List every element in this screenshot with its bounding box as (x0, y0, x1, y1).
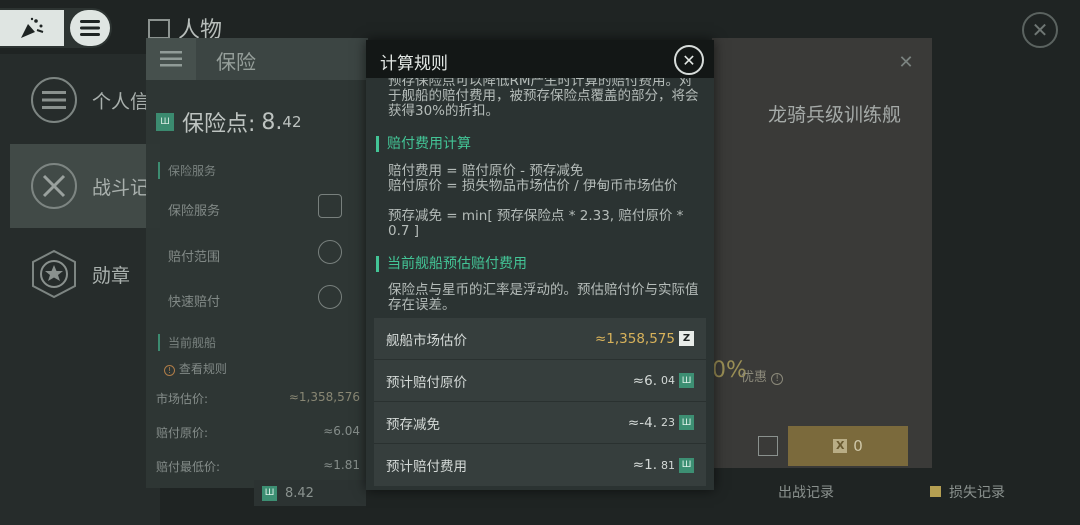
warning-icon: ! (164, 365, 175, 376)
battle-record-link[interactable]: 出战记录 (778, 482, 834, 502)
row-value: ≈1. 81 Ш (633, 457, 694, 473)
cube-icon (148, 19, 170, 39)
ship-panel-close-button[interactable]: ✕ (892, 48, 920, 76)
insurance-point-icon: Ш (679, 415, 694, 430)
section-title-compensation: 赔付费用计算 (376, 136, 471, 152)
row-label: 预计赔付原价 (386, 374, 467, 391)
star-hexagon-icon (28, 248, 80, 300)
insure-button[interactable]: X 0 (788, 426, 908, 466)
close-page-button[interactable]: ✕ (1022, 12, 1058, 48)
close-icon: ✕ (1031, 18, 1049, 42)
discount-label: 优惠 ! (741, 366, 784, 385)
insurance-point-icon: Ш (679, 457, 694, 473)
table-row: 舰船市场估价 ≈1,358,575 Z (374, 318, 706, 360)
insurance-header: 保险 (146, 38, 368, 80)
loss-record-link[interactable]: 损失记录 (930, 482, 1005, 502)
menu-icon (160, 51, 182, 67)
bottom-points-field: Ш 8.42 (254, 480, 366, 506)
formula-deduction: 预存减免 = min[ 预存保险点 * 2.33, 赔付原价 * 0.7 ] (388, 208, 684, 239)
z-currency-icon: Z (679, 331, 694, 346)
crossed-swords-icon (28, 160, 80, 212)
menu-icon (80, 20, 100, 36)
insurance-service-row[interactable]: 保险服务 (168, 200, 220, 219)
shield-icon (318, 194, 342, 218)
formula-original-price: 赔付原价 = 损失物品市场估价 / 伊甸币市场估价 (388, 178, 678, 194)
menu-button[interactable] (70, 10, 110, 46)
services-header: 保险服务 (158, 162, 216, 179)
insurance-points: Ш 保险点: 8. 42 (156, 106, 302, 138)
sidebar-item-battle-record[interactable]: 战斗记 (10, 144, 160, 228)
table-row: 预计赔付原价 ≈6. 04 Ш (374, 360, 706, 402)
x-coin-icon: X (833, 439, 848, 453)
points-decimal: 42 (282, 113, 302, 131)
view-rules-link[interactable]: ! 查看规则 (164, 360, 227, 377)
table-row: 预存减免 ≈-4. 23 Ш (374, 402, 706, 444)
formula-compensation: 赔付费用 = 赔付原价 - 预存减免 (388, 163, 584, 179)
party-popper-icon (21, 17, 44, 38)
sidebar-item-label: 战斗记 (92, 176, 150, 199)
table-row: 预计赔付费用 ≈1. 81 Ш (374, 444, 706, 486)
calculator-icon[interactable] (758, 436, 778, 456)
insurance-point-icon: Ш (679, 373, 694, 388)
row-value: ≈-4. 23 Ш (628, 415, 694, 431)
row-label: 预计赔付费用 (386, 459, 467, 475)
quick-claim-row[interactable]: 快速赔付 (168, 291, 220, 310)
points-value: 8. (261, 109, 283, 135)
insurance-point-icon: Ш (156, 113, 174, 131)
loss-record-icon (930, 486, 941, 497)
mini-row-market: 市场估价: ≈1,358,576 (156, 390, 360, 406)
dialog-header: 计算规则 ✕ (366, 40, 714, 78)
insure-button-value: 0 (853, 437, 863, 455)
row-label: 舰船市场估价 (386, 332, 467, 349)
menu-circle-icon (28, 74, 80, 126)
bottom-points-value: 8.42 (285, 485, 314, 501)
coverage-icon (318, 240, 342, 264)
insurance-title: 保险 (216, 50, 256, 74)
quick-claim-icon (318, 285, 342, 309)
points-label: 保险点: (182, 112, 256, 137)
info-icon[interactable]: ! (771, 373, 784, 385)
dialog-intro: 预存保险点可以降低RM产生时计算的赔付费用。对于舰船的赔付费用，被预存保险点覆盖… (388, 73, 699, 119)
sidebar-item-label: 勋章 (92, 264, 131, 287)
mini-row-min: 赔付最低价: ≈1.81 (156, 458, 360, 474)
dialog-title: 计算规则 (380, 54, 448, 74)
ship-title: 龙骑兵级训练舰 (768, 104, 902, 126)
close-icon: ✕ (898, 51, 914, 73)
sidebar-item-personal-info[interactable]: 个人信 (10, 58, 160, 142)
insurance-point-icon: Ш (262, 485, 277, 501)
mini-row-original: 赔付原价: ≈6.04 (156, 424, 360, 440)
estimate-table: 舰船市场估价 ≈1,358,575 Z 预计赔付原价 ≈6. 04 Ш 预存减免 ≈-… (374, 318, 706, 486)
section-title-estimate: 当前舰船预估赔付费用 (376, 256, 527, 272)
dialog-close-button[interactable]: ✕ (674, 45, 704, 75)
insurance-panel: 保险 Ш 保险点: 8. 42 保险服务 保险服务 赔付范围 快速赔付 当前舰船 … (146, 38, 368, 488)
exchange-note: 保险点与星币的汇率是浮动的。预估赔付价与实际值存在误差。 (388, 282, 699, 313)
coverage-row[interactable]: 赔付范围 (168, 246, 220, 265)
row-value: ≈6. 04 Ш (633, 373, 694, 389)
rules-dialog: 计算规则 ✕ 预存保险点可以降低RM产生时计算的赔付费用。对于舰船的赔付费用，被… (366, 40, 714, 490)
party-popper-button[interactable] (0, 10, 64, 46)
insurance-menu-button[interactable] (146, 38, 196, 80)
current-ship-header: 当前舰船 (158, 334, 216, 351)
row-value: ≈1,358,575 Z (595, 331, 694, 347)
sidebar-item-label: 个人信 (92, 90, 150, 113)
sidebar-item-medals[interactable]: 勋章 (10, 232, 160, 316)
row-label: 预存减免 (386, 416, 440, 433)
close-icon: ✕ (682, 50, 696, 70)
